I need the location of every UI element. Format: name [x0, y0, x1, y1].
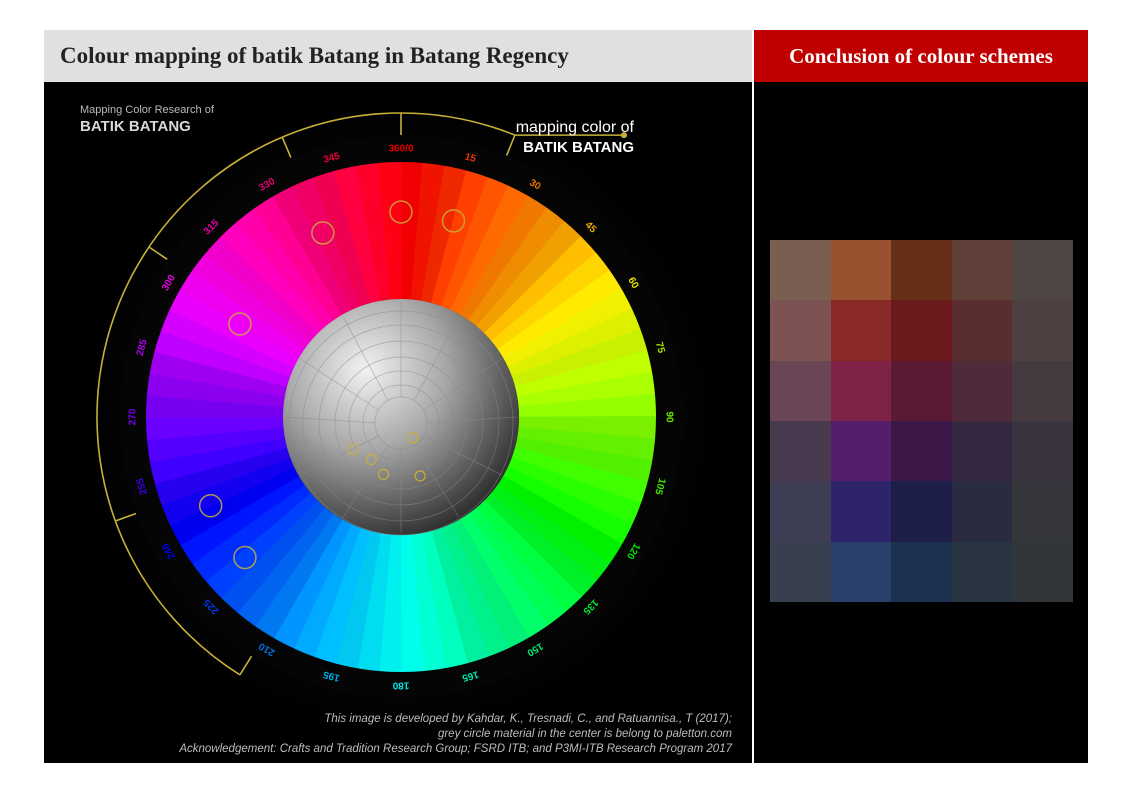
- mapping-label-line1: mapping color of: [515, 119, 634, 136]
- colour-swatch: [830, 360, 892, 421]
- colour-swatch: [891, 360, 952, 421]
- colour-swatch: [1012, 300, 1073, 361]
- credits-line-2: grey circle material in the center is be…: [437, 728, 732, 740]
- colour-swatch: [891, 481, 952, 542]
- colour-swatch: [891, 300, 952, 361]
- research-title-big: BATIK BATANG: [80, 118, 191, 135]
- colour-swatch: [830, 420, 892, 482]
- colour-swatch: [951, 420, 1013, 482]
- colour-swatch: [1012, 240, 1073, 301]
- degree-label: 360/0: [388, 144, 413, 155]
- colour-swatch: [830, 481, 892, 542]
- colour-swatch: [770, 481, 831, 542]
- color-wheel-panel: 360/0 15 30 45 60 75 90 105 120 135 150 165 180 195 21…: [44, 82, 752, 763]
- right-panel-title: Conclusion of colour schemes: [789, 43, 1053, 68]
- degree-label: 180: [392, 679, 409, 690]
- grey-center-circle: [283, 299, 519, 536]
- colour-swatch: [891, 240, 952, 301]
- colour-swatch: [951, 300, 1013, 361]
- colour-swatch: [830, 240, 892, 301]
- colour-scheme-grid: [770, 240, 1073, 602]
- research-title-small: Mapping Color Research of: [80, 104, 214, 116]
- colour-swatch: [830, 300, 892, 361]
- colour-scheme-panel: [754, 82, 1088, 763]
- credits-line-1: This image is developed by Kahdar, K., T…: [324, 713, 732, 725]
- colour-swatch: [1012, 420, 1073, 482]
- left-panel-header: Colour mapping of batik Batang in Batang…: [44, 30, 752, 82]
- colour-swatch: [891, 541, 952, 602]
- colour-swatch: [770, 541, 831, 602]
- mapping-label-line2: BATIK BATANG: [523, 139, 634, 156]
- colour-swatch: [830, 541, 892, 602]
- colour-swatch: [770, 240, 831, 301]
- colour-swatch: [770, 360, 831, 421]
- colour-swatch: [770, 300, 831, 361]
- credits-line-3: Acknowledgement: Crafts and Tradition Re…: [179, 743, 732, 755]
- left-panel-title: Colour mapping of batik Batang in Batang…: [60, 43, 569, 68]
- colour-swatch: [951, 481, 1013, 542]
- colour-swatch: [1012, 481, 1073, 542]
- colour-swatch: [951, 360, 1013, 421]
- degree-label: 90: [663, 411, 674, 423]
- colour-swatch: [891, 420, 952, 482]
- color-wheel-diagram: 360/015304560759010512013515016518019521…: [71, 87, 731, 747]
- colour-swatch: [951, 541, 1013, 602]
- mapping-label: mapping color of BATIK BATANG: [516, 119, 634, 156]
- degree-label: 270: [128, 408, 139, 425]
- research-title: Mapping Color Research of BATIK BATANG: [80, 104, 214, 135]
- colour-swatch: [770, 420, 831, 482]
- colour-swatch: [951, 240, 1013, 301]
- colour-swatch: [1012, 360, 1073, 421]
- credits: This image is developed by Kahdar, K., T…: [179, 712, 732, 757]
- colour-swatch: [1012, 541, 1073, 602]
- right-panel-header: Conclusion of colour schemes: [754, 30, 1088, 82]
